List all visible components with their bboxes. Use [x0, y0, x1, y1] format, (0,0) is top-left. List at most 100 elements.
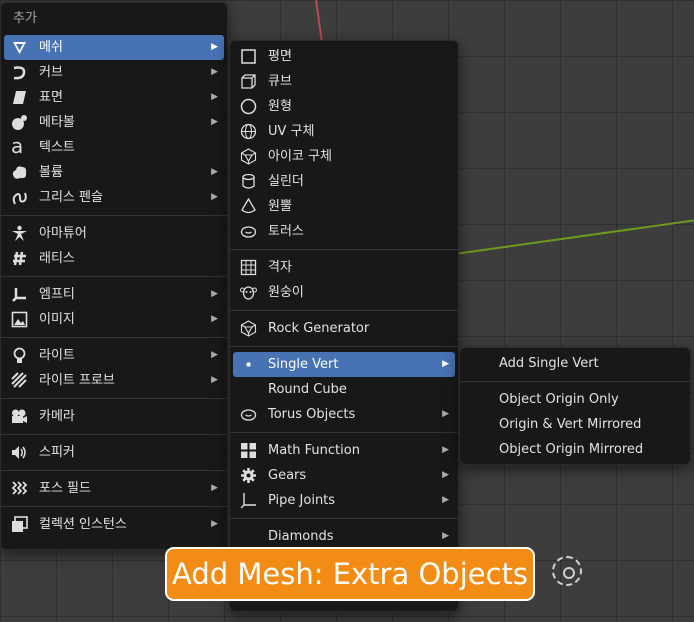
add-menu-item-camera[interactable]: 카메라: [1, 404, 227, 429]
metaball-icon: [11, 114, 28, 131]
add-menu-item-armature[interactable]: 아마튜어: [1, 221, 227, 246]
mesh-item-label: UV 구체: [268, 124, 315, 139]
submenu-arrow-icon: ▶: [442, 531, 449, 541]
add-menu-item-label: 텍스트: [39, 140, 75, 155]
add-menu-item-label: 래티스: [39, 251, 75, 266]
cube-icon: [240, 73, 257, 90]
submenu-arrow-icon: ▶: [442, 495, 449, 505]
pipe-joints-icon: [240, 492, 257, 509]
text-icon: a: [11, 134, 24, 158]
mesh-item-uv-sphere[interactable]: UV 구체: [230, 119, 458, 144]
mesh-item-diamonds[interactable]: Diamonds ▶: [230, 524, 458, 549]
torus-objects-icon: [240, 406, 257, 423]
camera-icon: [11, 408, 28, 425]
ico-sphere-icon: [240, 148, 257, 165]
mesh-item-torus[interactable]: 토러스: [230, 219, 458, 244]
mesh-item-cone[interactable]: 원뿔: [230, 194, 458, 219]
submenu-arrow-icon: ▶: [211, 483, 218, 493]
mesh-item-circle[interactable]: 원형: [230, 94, 458, 119]
surface-icon: [11, 89, 28, 106]
mesh-item-label: 토러스: [268, 224, 304, 239]
empty-icon: [11, 286, 28, 303]
single-vert-item-object-origin-only[interactable]: Object Origin Only: [460, 387, 690, 412]
mesh-item-cube[interactable]: 큐브: [230, 69, 458, 94]
submenu-arrow-icon: ▶: [211, 375, 218, 385]
lattice-icon: [11, 250, 28, 267]
mesh-submenu: 평면 큐브 원형 UV 구체 아이코 구체 실린더 원뿔 토러스 격자 원숭이: [229, 40, 459, 612]
add-menu-item-volume[interactable]: 볼륨 ▶: [1, 160, 227, 185]
uv-sphere-icon: [240, 123, 257, 140]
collection-instance-icon: [11, 516, 28, 533]
single-vert-item-add-single-vert[interactable]: Add Single Vert: [460, 351, 690, 376]
circle-icon: [240, 98, 257, 115]
submenu-arrow-icon: ▶: [211, 350, 218, 360]
mesh-item-monkey[interactable]: 원숭이: [230, 280, 458, 305]
mesh-item-label: Round Cube: [268, 382, 347, 397]
single-vert-item-label: Object Origin Mirrored: [499, 442, 644, 457]
mesh-item-gears[interactable]: Gears ▶: [230, 463, 458, 488]
mesh-item-label: Gears: [268, 468, 307, 483]
add-menu-item-label: 커브: [39, 65, 63, 80]
add-menu-item-speaker[interactable]: 스피커: [1, 440, 227, 465]
volume-icon: [11, 164, 28, 181]
menu-separator: [1, 470, 227, 471]
add-menu-item-empty[interactable]: 엠프티 ▶: [1, 282, 227, 307]
submenu-arrow-icon: ▶: [211, 167, 218, 177]
menu-separator: [230, 346, 458, 347]
add-menu-item-collection-instance[interactable]: 컬렉션 인스턴스 ▶: [1, 512, 227, 537]
mesh-item-label: 원뿔: [268, 199, 292, 214]
submenu-arrow-icon: ▶: [442, 470, 449, 480]
vertex-icon: [240, 356, 257, 373]
add-menu-item-label: 아마튜어: [39, 226, 87, 241]
single-vert-item-label: Object Origin Only: [499, 392, 619, 407]
add-menu-item-lattice[interactable]: 래티스: [1, 246, 227, 271]
cylinder-icon: [240, 173, 257, 190]
add-menu-item-surface[interactable]: 표면 ▶: [1, 85, 227, 110]
add-menu-item-label: 엠프티: [39, 287, 75, 302]
add-menu-item-curve[interactable]: 커브 ▶: [1, 60, 227, 85]
armature-icon: [11, 225, 28, 242]
mesh-item-cylinder[interactable]: 실린더: [230, 169, 458, 194]
3d-cursor[interactable]: [552, 556, 582, 586]
mesh-item-label: 큐브: [268, 74, 292, 89]
menu-separator: [1, 434, 227, 435]
rock-icon: [240, 320, 257, 337]
mesh-item-math-function[interactable]: Math Function ▶: [230, 438, 458, 463]
add-menu-item-label: 볼륨: [39, 165, 63, 180]
add-menu-item-grease-pencil[interactable]: 그리스 펜슬 ▶: [1, 185, 227, 210]
add-menu-item-image[interactable]: 이미지 ▶: [1, 307, 227, 332]
mesh-item-pipe-joints[interactable]: Pipe Joints ▶: [230, 488, 458, 513]
mesh-item-label: Torus Objects: [268, 407, 356, 422]
single-vert-item-origin-vert-mirrored[interactable]: Origin & Vert Mirrored: [460, 412, 690, 437]
submenu-arrow-icon: ▶: [211, 117, 218, 127]
submenu-arrow-icon: ▶: [211, 92, 218, 102]
menu-separator: [1, 337, 227, 338]
add-menu-item-force-field[interactable]: 포스 필드 ▶: [1, 476, 227, 501]
mesh-item-round-cube[interactable]: Round Cube: [230, 377, 458, 402]
single-vert-item-object-origin-mirrored[interactable]: Object Origin Mirrored: [460, 437, 690, 462]
mesh-item-label: 원숭이: [268, 285, 304, 300]
cone-icon: [240, 198, 257, 215]
mesh-item-plane[interactable]: 평면: [230, 44, 458, 69]
add-menu-item-metaball[interactable]: 메타볼 ▶: [1, 110, 227, 135]
mesh-item-label: 아이코 구체: [268, 149, 332, 164]
add-menu-item-light[interactable]: 라이트 ▶: [1, 343, 227, 368]
add-menu-item-light-probe[interactable]: 라이트 프로브 ▶: [1, 368, 227, 393]
submenu-arrow-icon: ▶: [211, 67, 218, 77]
add-menu-item-text[interactable]: a 텍스트: [1, 135, 227, 160]
mesh-item-ico-sphere[interactable]: 아이코 구체: [230, 144, 458, 169]
mesh-item-rock-generator[interactable]: Rock Generator: [230, 316, 458, 341]
add-menu-item-label: 메타볼: [39, 115, 75, 130]
torus-icon: [240, 223, 257, 240]
mesh-item-label: 실린더: [268, 174, 304, 189]
menu-separator: [1, 398, 227, 399]
mesh-item-torus-objects[interactable]: Torus Objects ▶: [230, 402, 458, 427]
add-menu-item-label: 이미지: [39, 312, 75, 327]
mesh-item-grid[interactable]: 격자: [230, 255, 458, 280]
monkey-icon: [240, 284, 257, 301]
submenu-arrow-icon: ▶: [442, 409, 449, 419]
submenu-arrow-icon: ▶: [211, 314, 218, 324]
menu-separator: [230, 310, 458, 311]
add-menu-item-mesh[interactable]: 메쉬 ▶: [4, 35, 224, 60]
mesh-item-single-vert[interactable]: Single Vert ▶: [233, 352, 455, 377]
